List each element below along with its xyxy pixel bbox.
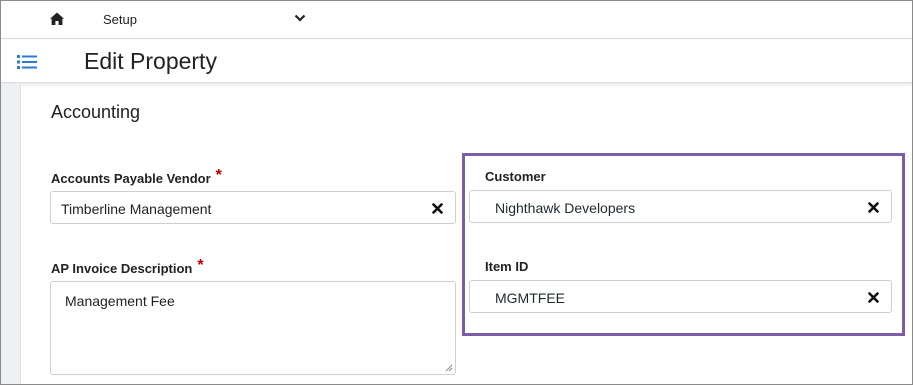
item-id-field[interactable]: MGMTFEE — [469, 280, 892, 313]
ap-invoice-description-value: Management Fee — [65, 293, 175, 309]
close-icon[interactable] — [868, 202, 879, 213]
module-select-label[interactable]: Setup — [103, 12, 137, 27]
ap-invoice-description-label: AP Invoice Description * — [51, 257, 204, 278]
ap-invoice-description-label-text: AP Invoice Description — [51, 261, 193, 276]
customer-field[interactable]: Nighthawk Developers — [469, 190, 892, 223]
item-id-value: MGMTFEE — [495, 290, 565, 306]
ap-vendor-label-text: Accounts Payable Vendor — [51, 171, 211, 186]
ap-vendor-value: Timberline Management — [61, 201, 212, 217]
customer-label: Customer — [485, 169, 546, 184]
app-window: Setup Edit Property Accounting Accounts … — [0, 0, 913, 385]
chevron-down-icon[interactable] — [294, 13, 306, 23]
ap-vendor-label: Accounts Payable Vendor * — [51, 167, 222, 188]
required-asterisk: * — [197, 257, 204, 274]
close-icon[interactable] — [432, 203, 443, 214]
required-asterisk: * — [215, 167, 222, 184]
left-gutter — [1, 84, 21, 384]
page-header: Edit Property — [1, 40, 912, 83]
item-id-label: Item ID — [485, 259, 529, 274]
ap-invoice-description-textarea[interactable]: Management Fee — [50, 281, 456, 375]
resize-grip-icon[interactable] — [445, 364, 453, 372]
close-icon[interactable] — [868, 292, 879, 303]
customer-value: Nighthawk Developers — [495, 200, 636, 216]
section-title: Accounting — [51, 102, 141, 122]
ap-vendor-field[interactable]: Timberline Management — [50, 191, 456, 224]
page-title: Edit Property — [84, 48, 217, 74]
top-nav: Setup — [1, 1, 912, 39]
list-icon[interactable] — [17, 54, 37, 70]
home-icon[interactable] — [49, 11, 65, 27]
